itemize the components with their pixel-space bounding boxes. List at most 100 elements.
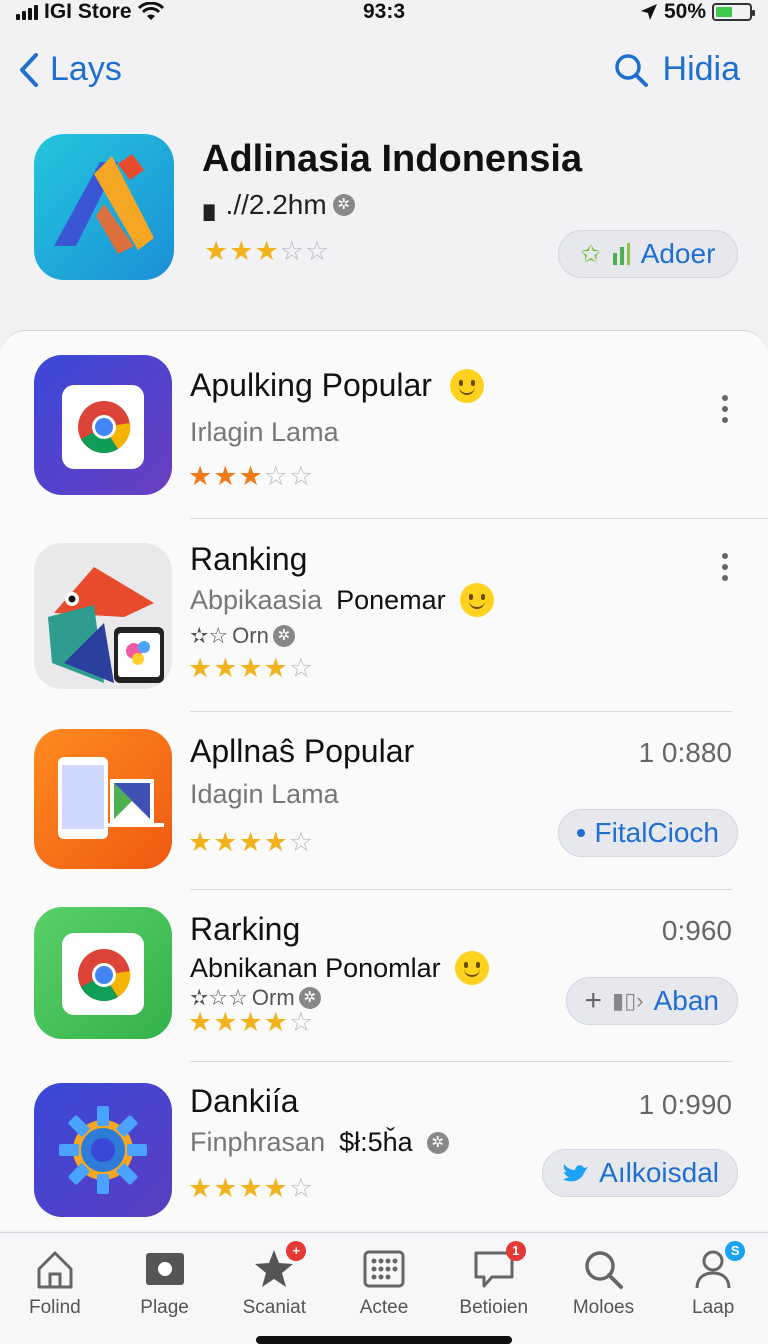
- row-meta: ✫☆ Orn ✲: [190, 623, 295, 649]
- bird-app-icon: [34, 543, 172, 689]
- divider: [190, 1061, 732, 1062]
- row-title: Ranking: [190, 541, 308, 577]
- search-button[interactable]: Hidia: [613, 50, 740, 89]
- divider: [190, 711, 732, 712]
- row-action-label: Aban: [653, 985, 719, 1016]
- back-button[interactable]: Lays: [18, 50, 122, 89]
- chrome-app-icon: [34, 355, 172, 495]
- star-filled-icon: ★: [238, 1007, 263, 1037]
- status-right: 50%: [640, 0, 755, 24]
- featured-action-label: Adoer: [640, 238, 716, 269]
- info-badge-icon: ✲: [332, 193, 355, 216]
- home-indicator: [256, 1336, 512, 1344]
- featured-app-icon: [34, 134, 174, 280]
- tab-plage[interactable]: Plage: [110, 1233, 220, 1344]
- search-label: Hidia: [662, 50, 740, 88]
- row-action-button[interactable]: + ▮▯› Aban: [565, 977, 738, 1025]
- row-subtitle-text: Abnikanan Ponomlar: [190, 952, 441, 983]
- star-filled-icon: ★: [188, 461, 213, 491]
- featured-rating-stars: ★ ★ ★ ☆ ☆: [204, 238, 329, 265]
- tab-actee[interactable]: Actee: [329, 1233, 439, 1344]
- tab-moloes[interactable]: Moloes: [549, 1233, 659, 1344]
- battery-percent: 50%: [663, 0, 706, 23]
- info-badge-icon: ✲: [298, 987, 321, 1009]
- info-badge-icon: ✲: [426, 1131, 449, 1154]
- more-options-icon[interactable]: [722, 553, 728, 581]
- star-filled-icon: ★: [213, 1007, 238, 1037]
- row-time: 1 0:880: [638, 737, 732, 768]
- star-filled-icon: ★: [238, 1173, 263, 1203]
- chrome-app-icon: [34, 907, 172, 1039]
- tab-betioien[interactable]: 1 Betioien: [439, 1233, 549, 1344]
- star-outline-icon: ✫☆: [190, 623, 229, 648]
- star-icon: +: [252, 1241, 307, 1291]
- star-empty-icon: ☆: [288, 461, 314, 491]
- star-filled-icon: ★: [188, 1007, 213, 1037]
- star-filled-icon: ★: [213, 461, 238, 491]
- location-arrow-icon: [640, 4, 657, 20]
- row-action-button[interactable]: Aılkoisdal: [542, 1149, 738, 1197]
- star-empty-icon: ☆: [288, 653, 314, 683]
- row-subtitle-text: Finphrasan: [190, 1127, 326, 1157]
- tab-label: Actee: [359, 1297, 409, 1318]
- star-filled-icon: ★: [263, 653, 288, 683]
- tab-laap[interactable]: S Laap: [658, 1233, 768, 1344]
- row-time: 1 0:990: [638, 1089, 732, 1120]
- notification-badge: S: [725, 1241, 746, 1261]
- more-options-icon[interactable]: [722, 395, 728, 423]
- bar-chart-icon: [612, 243, 630, 265]
- star-filled-icon: ★: [263, 827, 288, 857]
- row-action-label: FitalCioch: [594, 817, 719, 848]
- grid-icon: [363, 1250, 405, 1288]
- search-icon: [585, 1251, 624, 1289]
- message-icon: 1: [472, 1241, 526, 1291]
- star-filled-icon: ★: [238, 827, 263, 857]
- row-subtitle-dark: Ponemar: [336, 584, 446, 615]
- home-icon: [37, 1251, 73, 1289]
- row-action-button[interactable]: FitalCioch: [557, 809, 738, 857]
- tab-label: Plage: [140, 1297, 189, 1318]
- star-empty-icon: ☆: [288, 1173, 314, 1203]
- star-filled-icon: ★: [213, 1173, 238, 1203]
- dot-icon: [576, 829, 585, 837]
- row-subtitle: Irlagin Lama: [190, 417, 339, 447]
- row-title: Rarking: [190, 911, 301, 947]
- star-filled-icon: ★: [204, 236, 229, 266]
- row-title-text: Apulking Popular: [190, 367, 432, 403]
- notification-badge: +: [286, 1241, 307, 1261]
- row-subtitle: Abnikanan Ponomlar: [190, 951, 489, 985]
- featured-app[interactable]: Adlinasia Indonensia ▖.//2.2hm ✲ ★ ★ ★ ☆ ☆ ✩…: [34, 134, 738, 284]
- star-filled-icon: ★: [188, 653, 213, 683]
- row-rating-stars: ★ ★ ★ ★ ☆: [188, 829, 313, 856]
- tab-label: Laap: [692, 1297, 735, 1318]
- plus-icon: +: [584, 984, 603, 1017]
- star-filled-icon: ★: [263, 1007, 288, 1037]
- row-rating-stars: ★ ★ ★ ★ ☆: [188, 655, 313, 682]
- tab-folind[interactable]: Folind: [0, 1233, 110, 1344]
- row-title: Apulking Popular: [190, 367, 484, 404]
- settings-app-icon: [34, 1083, 172, 1217]
- search-icon: [614, 53, 648, 87]
- bird-icon: [563, 1164, 589, 1182]
- smiley-icon: [449, 368, 484, 403]
- star-filled-icon: ★: [238, 653, 263, 683]
- devices-app-icon: [34, 729, 172, 869]
- star-filled-icon: ★: [229, 236, 254, 266]
- star-filled-icon: ★: [263, 1173, 288, 1203]
- row-subtitle: Finphrasan $ł:5ȟa ✲: [190, 1127, 449, 1158]
- row-action-label: Aılkoisdal: [599, 1157, 719, 1188]
- smiley-icon: [459, 583, 494, 617]
- status-bar: IGI Store 93:3 50%: [0, 0, 768, 26]
- row-rating-stars: ★ ★ ★ ★ ☆: [188, 1175, 313, 1202]
- photo-icon: [145, 1253, 184, 1285]
- row-time: 0:960: [661, 915, 732, 946]
- star-filled-icon: ★: [188, 827, 213, 857]
- back-label: Lays: [50, 50, 122, 88]
- star-icon: ✩: [580, 240, 601, 268]
- tab-scaniat[interactable]: + Scaniat: [219, 1233, 329, 1344]
- row-title: Apllnaŝ Popular: [190, 733, 415, 769]
- featured-meta-text: ▖.//2.2hm: [204, 189, 327, 220]
- star-empty-icon: ☆: [279, 236, 304, 266]
- featured-action-button[interactable]: ✩ Adoer: [558, 230, 738, 278]
- divider: [190, 889, 732, 890]
